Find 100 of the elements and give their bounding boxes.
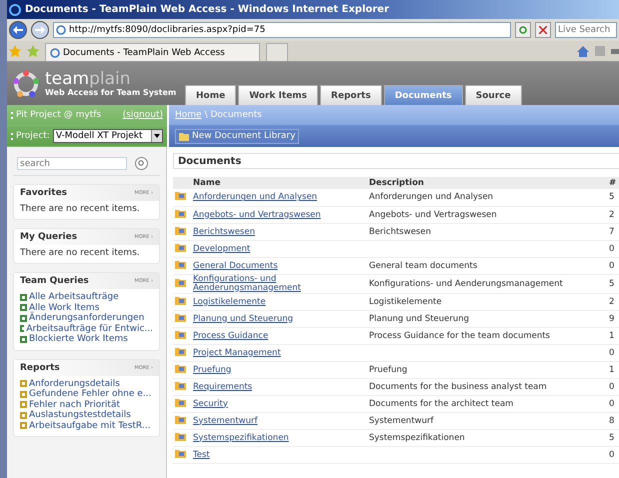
- home-icon[interactable]: [577, 46, 589, 56]
- panel-title: Reports: [20, 362, 60, 372]
- sidebar-link[interactable]: Gefundene Fehler ohne e...: [20, 389, 153, 400]
- table-cell: 1: [607, 361, 619, 378]
- caret-icon: [154, 134, 160, 138]
- sidebar-link[interactable]: Blockierte Work Items: [20, 334, 153, 344]
- right-arrow-icon: [35, 26, 45, 34]
- folder-icon: [175, 448, 186, 458]
- document-link[interactable]: Pruefung: [193, 366, 361, 374]
- sidebar-link[interactable]: Fehler nach Priorität: [20, 400, 153, 410]
- folder-icon: [175, 296, 186, 304]
- panel-title: My Queries: [20, 232, 78, 242]
- folder-icon: [175, 191, 186, 200]
- panel-title: Favorites: [20, 188, 68, 198]
- logo-text: teamplain: [45, 70, 132, 88]
- sidebar-link[interactable]: Arbeitsaufgabe mit TestR...: [20, 420, 153, 431]
- new-tab-button[interactable]: [266, 43, 288, 61]
- document-link[interactable]: Test: [193, 450, 361, 460]
- gear-logo-icon: [11, 68, 41, 98]
- document-link[interactable]: Systementwurf: [193, 416, 361, 426]
- document-link[interactable]: Security: [193, 400, 361, 408]
- document-link[interactable]: Systemspezifikationen: [193, 434, 361, 442]
- folder-icon: [175, 260, 186, 268]
- refresh-button[interactable]: [515, 22, 531, 38]
- table-cell: Process Guidance for the team documents: [367, 327, 607, 344]
- document-link[interactable]: Konfigurations- und Aenderungsmanagement: [193, 274, 361, 292]
- breadcrumb-text: \ Documents: [204, 110, 262, 120]
- folder-icon: [175, 208, 186, 218]
- document-link[interactable]: Development: [193, 244, 361, 254]
- refresh-icon: [518, 25, 528, 35]
- document-link[interactable]: Berichtswesen: [193, 228, 361, 236]
- table-cell: Documents for the architect team: [367, 395, 607, 412]
- stop-button[interactable]: [535, 22, 551, 38]
- section-title: Documents: [173, 153, 619, 169]
- table-cell: Logistikelemente: [367, 293, 607, 310]
- address-field[interactable]: http://mytfs:8090/doclibraries.aspx?pid=75: [53, 22, 511, 38]
- star-icon[interactable]: [9, 45, 21, 57]
- column-header: Description: [367, 177, 607, 189]
- folder-icon: [175, 398, 186, 406]
- table-cell: 0: [607, 240, 619, 257]
- forward-button[interactable]: [31, 21, 49, 39]
- query-icon: [20, 325, 24, 332]
- folder-icon: [175, 226, 186, 234]
- table-cell: 9: [607, 310, 619, 327]
- browser-tab[interactable]: Documents - TeamPlain Web Access: [45, 43, 260, 61]
- sidebar-link[interactable]: Alle Work Items: [20, 302, 153, 313]
- table-cell: Planung und Steuerung: [367, 310, 607, 327]
- table-cell: 0: [607, 378, 619, 395]
- table-cell: 2: [607, 293, 619, 310]
- nav-tab[interactable]: Work Items: [238, 85, 318, 105]
- table-cell: Berichtswesen: [367, 223, 607, 240]
- table-cell: 1: [607, 327, 619, 344]
- empty-text: There are no recent items.: [20, 248, 141, 258]
- folder-icon: [175, 380, 186, 390]
- search-icon: [138, 160, 145, 167]
- panel-title: Team Queries: [20, 276, 89, 286]
- left-arrow-icon: [13, 26, 23, 34]
- table-cell: 0: [607, 257, 619, 274]
- document-link[interactable]: Logistikelemente: [193, 298, 361, 306]
- nav-tab[interactable]: Reports: [320, 85, 382, 105]
- nav-tab[interactable]: Home: [185, 85, 236, 105]
- search-button[interactable]: [135, 157, 148, 170]
- folder-icon: [175, 414, 186, 424]
- table-cell: 5: [607, 189, 619, 206]
- window-title-text: Documents - TeamPlain Web Access - Windows Internet Explorer: [25, 4, 390, 15]
- table-cell: Konfigurations- und Aenderungsmanagement: [367, 274, 607, 293]
- table-cell: 7: [607, 223, 619, 240]
- document-link[interactable]: Anforderungen und Analysen: [193, 193, 361, 202]
- query-icon: [20, 336, 27, 343]
- project-label: Project:: [16, 131, 50, 141]
- column-header: Name: [191, 177, 367, 189]
- back-button[interactable]: [9, 21, 27, 39]
- table-cell: Documents for the business analyst team: [367, 378, 607, 395]
- user-text: Pit Project @ mytfs: [16, 110, 102, 120]
- url-text: http://mytfs:8090/doclibraries.aspx?pid=75: [69, 25, 266, 35]
- sidebar-link[interactable]: Auslastungstestdetails: [20, 410, 153, 420]
- close-icon: [539, 26, 547, 34]
- new-library-button[interactable]: New Document Library: [175, 128, 300, 144]
- search-field[interactable]: search: [17, 157, 127, 170]
- folder-icon: [175, 242, 186, 252]
- sidebar-link[interactable]: Arbeitsaufträge für Entwic...: [20, 324, 153, 334]
- project-select[interactable]: V-Modell XT Projekt: [52, 129, 163, 143]
- nav-tab[interactable]: Source: [464, 85, 522, 105]
- table-cell: 0: [607, 446, 619, 463]
- table-cell: 5: [607, 274, 619, 293]
- search-field[interactable]: Live Search: [555, 22, 617, 38]
- sidebar-link[interactable]: Alle Arbeitsaufträge: [20, 292, 153, 302]
- document-link[interactable]: Process Guidance: [193, 332, 361, 340]
- table-cell: 2: [607, 206, 619, 223]
- document-link[interactable]: Angebots- und Vertragswesen: [193, 210, 361, 220]
- column-header: #: [607, 177, 619, 189]
- table-cell: General team documents: [367, 257, 607, 274]
- document-link[interactable]: Requirements: [193, 382, 361, 392]
- table-cell: Pruefung: [367, 361, 607, 378]
- sidebar-link[interactable]: Änderungsanforderungen: [20, 313, 153, 324]
- document-link[interactable]: Project Management: [193, 348, 361, 358]
- document-link[interactable]: General Documents: [193, 262, 361, 270]
- table-cell: 5: [607, 429, 619, 446]
- sidebar-link[interactable]: Anforderungsdetails: [20, 378, 153, 389]
- document-link[interactable]: Planung und Steuerung: [193, 314, 361, 324]
